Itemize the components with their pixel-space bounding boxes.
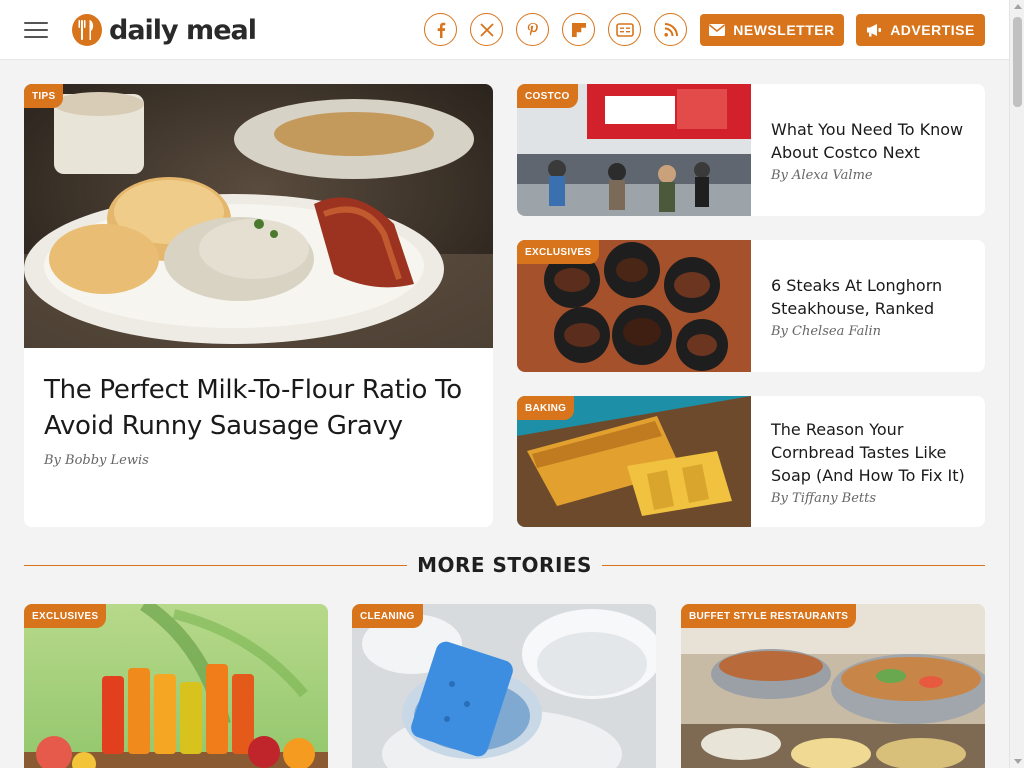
category-tag[interactable]: BUFFET STYLE RESTAURANTS [681, 604, 857, 628]
site-header: daily meal NEWSLETTER ADVERTISE [0, 0, 1009, 60]
category-tag[interactable]: EXCLUSIVES [24, 604, 107, 628]
section-title: MORE STORIES [417, 553, 592, 577]
flipboard-icon[interactable] [562, 13, 595, 46]
logo-text: daily meal [109, 14, 257, 46]
divider-line [24, 564, 408, 566]
story-image[interactable] [24, 604, 328, 768]
newsletter-label: NEWSLETTER [733, 22, 835, 38]
x-twitter-icon[interactable] [470, 13, 503, 46]
category-tag[interactable]: COSTCO [517, 84, 578, 108]
story-card[interactable]: BUFFET STYLE RESTAURANTS [681, 604, 985, 768]
advertise-button[interactable]: ADVERTISE [856, 14, 985, 46]
facebook-icon[interactable] [424, 13, 457, 46]
featured-article[interactable]: TIPS The Perfect Milk-To-Flour Ratio To [24, 84, 493, 527]
category-tag[interactable]: EXCLUSIVES [517, 240, 600, 264]
newsletter-button[interactable]: NEWSLETTER [700, 14, 844, 46]
envelope-icon [709, 24, 726, 36]
page-scrollbar[interactable] [1009, 0, 1024, 768]
pinterest-icon[interactable] [516, 13, 549, 46]
rss-icon[interactable] [654, 13, 687, 46]
featured-title[interactable]: The Perfect Milk-To-Flour Ratio To Avoid… [44, 372, 474, 444]
scrollbar-thumb[interactable] [1013, 17, 1022, 107]
article-card[interactable]: COSTCO What You Need To Know About Costc… [517, 84, 985, 216]
scroll-down-arrow-icon[interactable] [1014, 759, 1022, 764]
article-author[interactable]: By Tiffany Betts [771, 491, 971, 506]
article-title[interactable]: The Reason Your Cornbread Tastes Like So… [771, 418, 971, 487]
category-tag[interactable]: TIPS [24, 84, 64, 108]
article-author[interactable]: By Chelsea Falin [771, 324, 971, 339]
article-title[interactable]: 6 Steaks At Longhorn Steakhouse, Ranked [771, 274, 971, 320]
category-tag[interactable]: BAKING [517, 396, 575, 420]
featured-author[interactable]: By Bobby Lewis [44, 453, 149, 468]
divider-line [601, 564, 986, 566]
menu-icon[interactable] [24, 22, 48, 40]
scroll-up-arrow-icon[interactable] [1014, 4, 1022, 9]
google-news-icon[interactable] [608, 13, 641, 46]
article-body: 6 Steaks At Longhorn Steakhouse, Ranked … [771, 240, 971, 372]
story-card[interactable]: EXCLUSIVES [24, 604, 328, 768]
more-stories-heading: MORE STORIES [24, 548, 986, 582]
article-title[interactable]: What You Need To Know About Costco Next [771, 118, 971, 164]
article-card[interactable]: BAKING The Reason Your Cornbread Tastes … [517, 396, 985, 527]
logo-utensils-icon [72, 14, 102, 46]
article-body: What You Need To Know About Costco Next … [771, 84, 971, 216]
story-card[interactable]: CLEANING [352, 604, 656, 768]
story-image[interactable] [681, 604, 985, 768]
article-card[interactable]: EXCLUSIVES 6 Steaks At Longhorn Steakhou… [517, 240, 985, 372]
article-author[interactable]: By Alexa Valme [771, 168, 971, 183]
category-tag[interactable]: CLEANING [352, 604, 423, 628]
advertise-label: ADVERTISE [890, 22, 975, 38]
featured-image[interactable] [24, 84, 493, 348]
site-logo[interactable]: daily meal [72, 12, 257, 48]
story-image[interactable] [352, 604, 656, 768]
article-body: The Reason Your Cornbread Tastes Like So… [771, 396, 971, 527]
megaphone-icon [867, 24, 882, 37]
social-links [424, 13, 687, 46]
